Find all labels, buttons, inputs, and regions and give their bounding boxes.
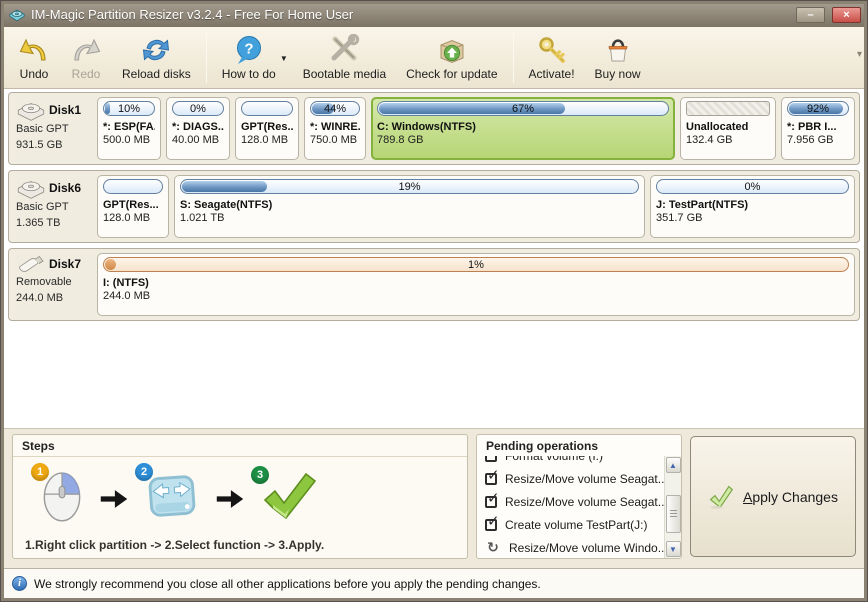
steps-title: Steps <box>13 435 467 457</box>
disk-row-disk6: Disk6 Basic GPT 1.365 TB GPT(Res... 128.… <box>8 170 860 243</box>
pending-operations-panel: Pending operations ✓ Format volume (I:) … <box>476 434 682 559</box>
minimize-button[interactable]: – <box>796 7 825 23</box>
redo-icon <box>70 34 102 66</box>
partition-block-unallocated[interactable]: Unallocated 132.4 GB <box>680 97 776 160</box>
undo-button[interactable]: Undo <box>8 29 60 86</box>
info-icon: i <box>12 576 27 591</box>
partition-block[interactable]: GPT(Res... 128.0 MB <box>97 175 169 238</box>
app-icon <box>8 7 26 22</box>
disk-row-disk7: Disk7 Removable 244.0 MB 1% I: (NTFS) 24… <box>8 248 860 321</box>
toolbar-separator <box>513 32 514 83</box>
scroll-down-icon[interactable]: ▼ <box>666 541 681 557</box>
disk1-info: Disk1 Basic GPT 931.5 GB <box>13 97 97 160</box>
pending-item[interactable]: ✓ Create volume TestPart(J:) <box>485 513 662 536</box>
reload-icon <box>140 34 172 66</box>
usb-drive-icon <box>16 254 46 274</box>
pending-item[interactable]: ✓ Resize/Move volume Seagat... <box>485 467 662 490</box>
checked-checkbox-icon: ✓ <box>485 473 497 485</box>
redo-button[interactable]: Redo <box>60 29 112 86</box>
hard-disk-icon <box>16 98 46 121</box>
disk7-info: Disk7 Removable 244.0 MB <box>13 253 97 316</box>
bootable-media-button[interactable]: Bootable media <box>293 29 396 86</box>
partition-block[interactable]: 10% *: ESP(FA... 500.0 MB <box>97 97 161 160</box>
scrollbar-thumb[interactable] <box>666 495 681 533</box>
app-window: IM-Magic Partition Resizer v3.2.4 - Free… <box>0 0 868 602</box>
checked-checkbox-icon: ✓ <box>485 456 497 462</box>
basket-icon <box>602 34 634 66</box>
titlebar: IM-Magic Partition Resizer v3.2.4 - Free… <box>4 4 864 27</box>
partition-block-selected[interactable]: 67% C: Windows(NTFS) 789.8 GB <box>371 97 675 160</box>
apply-check-icon <box>261 472 317 520</box>
disk6-info: Disk6 Basic GPT 1.365 TB <box>13 175 97 238</box>
undo-icon <box>18 34 50 66</box>
partition-block[interactable]: 0% J: TestPart(NTFS) 351.7 GB <box>650 175 855 238</box>
pending-item[interactable]: ✓ Resize/Move volume Seagat... <box>485 490 662 513</box>
check-for-update-button[interactable]: Check for update <box>396 29 507 86</box>
pending-list: ✓ Format volume (I:) ✓ Resize/Move volum… <box>477 456 664 558</box>
activate-button[interactable]: Activate! <box>519 29 585 86</box>
partition-block[interactable]: 44% *: WINRE... 750.0 MB <box>304 97 366 160</box>
partition-block[interactable]: GPT(Res... 128.0 MB <box>235 97 299 160</box>
toolbar: Undo Redo Reload disks ? ▼ <box>4 27 864 89</box>
partition-block[interactable]: 0% *: DIAGS... 40.00 MB <box>166 97 230 160</box>
step3-badge: 3 <box>251 466 269 484</box>
arrow-right-icon <box>99 488 129 510</box>
partition-block[interactable]: 92% *: PBR I... 7.956 GB <box>781 97 855 160</box>
pending-item[interactable]: ↻ Resize/Move volume Windo... <box>485 536 662 558</box>
disk-row-disk1: Disk1 Basic GPT 931.5 GB 10% *: ESP(FA..… <box>8 92 860 165</box>
svg-text:?: ? <box>244 41 253 58</box>
checked-checkbox-icon: ✓ <box>485 519 497 531</box>
refresh-icon: ↻ <box>485 539 501 556</box>
buy-now-button[interactable]: Buy now <box>585 29 651 86</box>
window-title: IM-Magic Partition Resizer v3.2.4 - Free… <box>31 7 791 22</box>
partition-block[interactable]: 1% I: (NTFS) 244.0 MB <box>97 253 855 316</box>
update-box-icon <box>436 34 468 66</box>
status-message: We strongly recommend you close all othe… <box>34 577 541 591</box>
step1-badge: 1 <box>31 463 49 481</box>
steps-caption: 1.Right click partition -> 2.Select func… <box>25 538 455 554</box>
tools-icon <box>328 34 360 66</box>
toolbar-overflow-icon[interactable]: ▾ <box>857 49 862 60</box>
green-check-icon <box>708 484 734 510</box>
close-button[interactable]: × <box>832 7 861 23</box>
apply-changes-label: Apply Changes <box>743 489 838 505</box>
howto-dropdown-icon[interactable]: ▼ <box>280 54 288 63</box>
reload-disks-button[interactable]: Reload disks <box>112 29 201 86</box>
apply-changes-button[interactable]: Apply Changes <box>690 436 856 557</box>
bottom-panels: Steps 1 <box>4 428 864 568</box>
toolbar-separator <box>206 32 207 83</box>
scroll-up-icon[interactable]: ▲ <box>666 457 681 473</box>
question-bubble-icon: ? <box>233 34 265 66</box>
pending-scrollbar[interactable]: ▲ ▼ <box>664 456 681 558</box>
key-icon <box>536 34 568 66</box>
pending-title: Pending operations <box>477 435 681 456</box>
how-to-do-button[interactable]: ? ▼ How to do <box>212 29 293 86</box>
checked-checkbox-icon: ✓ <box>485 496 497 508</box>
partition-block[interactable]: 19% S: Seagate(NTFS) 1.021 TB <box>174 175 645 238</box>
steps-panel: Steps 1 <box>12 434 468 559</box>
arrow-right-icon <box>215 488 245 510</box>
pending-item[interactable]: ✓ Format volume (I:) <box>485 456 662 467</box>
hard-disk-icon <box>16 176 46 199</box>
disk-map-area: Disk1 Basic GPT 931.5 GB 10% *: ESP(FA..… <box>4 89 864 428</box>
statusbar: i We strongly recommend you close all ot… <box>4 568 864 598</box>
resize-disk-icon <box>143 467 201 525</box>
